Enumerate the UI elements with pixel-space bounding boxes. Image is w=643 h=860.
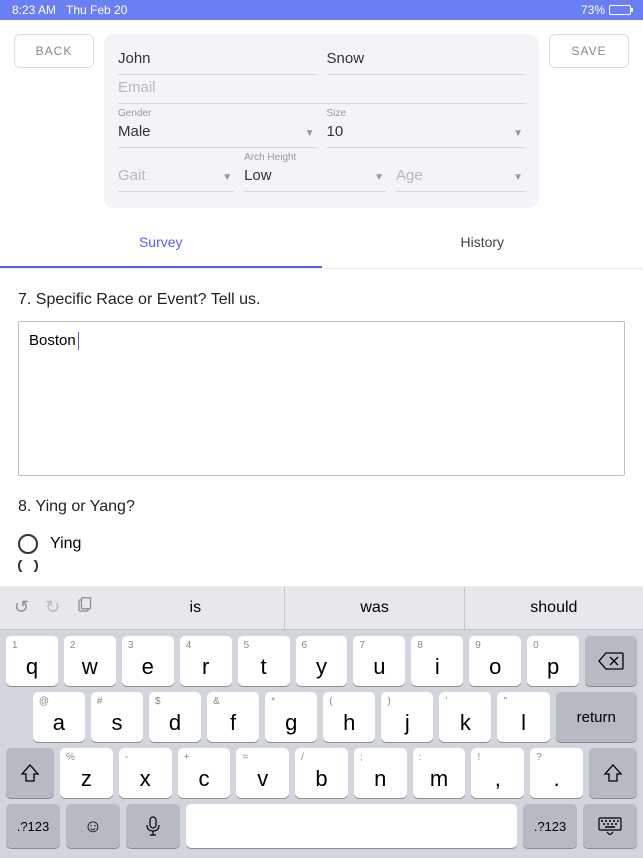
numbers-key-right[interactable]: .?123 bbox=[523, 804, 577, 848]
question-8-option-ying[interactable]: Ying bbox=[18, 528, 625, 560]
key-,[interactable]: !, bbox=[471, 748, 524, 798]
tab-history[interactable]: History bbox=[322, 218, 643, 268]
email-field[interactable]: Email bbox=[118, 75, 525, 104]
key-y[interactable]: 6y bbox=[296, 636, 348, 686]
key-g[interactable]: *g bbox=[265, 692, 317, 742]
survey-content: 7. Specific Race or Event? Tell us. Bost… bbox=[0, 269, 643, 572]
chevron-down-icon: ▼ bbox=[305, 128, 315, 139]
arch-height-field[interactable]: Arch Height Low ▼ bbox=[244, 148, 386, 192]
question-7-input[interactable]: Boston bbox=[18, 321, 625, 476]
gender-field[interactable]: Gender Male ▼ bbox=[118, 104, 317, 148]
key-i[interactable]: 8i bbox=[411, 636, 463, 686]
backspace-key[interactable] bbox=[585, 636, 637, 686]
suggestion-3[interactable]: should bbox=[464, 587, 643, 629]
keyboard: ↺ ↻ is was should 1q2w3e4r5t6y7u8i9o0p @… bbox=[0, 586, 643, 858]
gait-placeholder: Gait bbox=[118, 167, 146, 184]
suggestion-2[interactable]: was bbox=[284, 587, 463, 629]
question-8-text: 8. Ying or Yang? bbox=[18, 498, 625, 516]
key-p[interactable]: 0p bbox=[527, 636, 579, 686]
keyboard-suggestions: is was should bbox=[106, 587, 643, 629]
chevron-down-icon: ▼ bbox=[374, 172, 384, 183]
key-.[interactable]: ?. bbox=[530, 748, 583, 798]
tab-survey[interactable]: Survey bbox=[0, 218, 322, 268]
last-name-field[interactable]: Snow bbox=[327, 46, 526, 75]
chevron-down-icon: ▼ bbox=[513, 128, 523, 139]
numbers-key-left[interactable]: .?123 bbox=[6, 804, 60, 848]
key-h[interactable]: (h bbox=[323, 692, 375, 742]
shift-key-right[interactable] bbox=[589, 748, 637, 798]
radio-icon bbox=[18, 560, 38, 572]
question-8-option-label: Ying bbox=[50, 535, 81, 553]
space-key[interactable] bbox=[186, 804, 517, 848]
emoji-key[interactable]: ☺ bbox=[66, 804, 120, 848]
key-f[interactable]: &f bbox=[207, 692, 259, 742]
chevron-down-icon: ▼ bbox=[513, 172, 523, 183]
key-d[interactable]: $d bbox=[149, 692, 201, 742]
age-placeholder: Age bbox=[396, 167, 423, 184]
size-value: 10 bbox=[327, 123, 344, 140]
key-r[interactable]: 4r bbox=[180, 636, 232, 686]
key-k[interactable]: 'k bbox=[439, 692, 491, 742]
back-button[interactable]: BACK bbox=[14, 34, 94, 68]
battery-percent: 73% bbox=[581, 3, 605, 17]
key-a[interactable]: @a bbox=[33, 692, 85, 742]
question-7-answer: Boston bbox=[29, 332, 76, 349]
email-placeholder: Email bbox=[118, 79, 156, 96]
save-button[interactable]: SAVE bbox=[549, 34, 629, 68]
gender-label: Gender bbox=[118, 108, 317, 119]
key-z[interactable]: %z bbox=[60, 748, 113, 798]
key-c[interactable]: +c bbox=[178, 748, 231, 798]
question-8-option-partial[interactable] bbox=[18, 560, 625, 572]
last-name-value: Snow bbox=[327, 50, 365, 67]
gender-value: Male bbox=[118, 123, 151, 140]
key-l[interactable]: "l bbox=[497, 692, 549, 742]
chevron-down-icon: ▼ bbox=[222, 172, 232, 183]
first-name-value: John bbox=[118, 50, 151, 67]
shift-key-left[interactable] bbox=[6, 748, 54, 798]
radio-icon bbox=[18, 534, 38, 554]
question-7-text: 7. Specific Race or Event? Tell us. bbox=[18, 291, 625, 309]
key-m[interactable]: :m bbox=[413, 748, 466, 798]
key-n[interactable]: ;n bbox=[354, 748, 407, 798]
tabs: Survey History bbox=[0, 218, 643, 269]
key-b[interactable]: /b bbox=[295, 748, 348, 798]
suggestion-1[interactable]: is bbox=[106, 587, 284, 629]
key-e[interactable]: 3e bbox=[122, 636, 174, 686]
key-v[interactable]: =v bbox=[236, 748, 289, 798]
status-time: 8:23 AM bbox=[12, 3, 56, 17]
size-field[interactable]: Size 10 ▼ bbox=[327, 104, 526, 148]
key-q[interactable]: 1q bbox=[6, 636, 58, 686]
dictation-key[interactable] bbox=[126, 804, 180, 848]
status-date: Thu Feb 20 bbox=[66, 3, 127, 17]
key-j[interactable]: )j bbox=[381, 692, 433, 742]
return-key[interactable]: return bbox=[556, 692, 637, 742]
key-x[interactable]: -x bbox=[119, 748, 172, 798]
text-cursor bbox=[78, 332, 79, 350]
undo-icon[interactable]: ↺ bbox=[14, 597, 29, 618]
battery-icon bbox=[609, 5, 631, 15]
hide-keyboard-key[interactable] bbox=[583, 804, 637, 848]
key-w[interactable]: 2w bbox=[64, 636, 116, 686]
profile-card: John Snow Email Gender Male ▼ Size 10 ▼ bbox=[104, 34, 539, 208]
redo-icon[interactable]: ↻ bbox=[45, 597, 60, 618]
clipboard-icon[interactable] bbox=[76, 597, 92, 618]
key-u[interactable]: 7u bbox=[353, 636, 405, 686]
size-label: Size bbox=[327, 108, 526, 119]
key-s[interactable]: #s bbox=[91, 692, 143, 742]
arch-label: Arch Height bbox=[244, 152, 386, 163]
status-bar: 8:23 AM Thu Feb 20 73% bbox=[0, 0, 643, 20]
arch-value: Low bbox=[244, 167, 272, 184]
first-name-field[interactable]: John bbox=[118, 46, 317, 75]
key-o[interactable]: 9o bbox=[469, 636, 521, 686]
age-field[interactable]: Age ▼ bbox=[396, 148, 525, 192]
gait-field[interactable]: Gait ▼ bbox=[118, 148, 234, 192]
key-t[interactable]: 5t bbox=[238, 636, 290, 686]
